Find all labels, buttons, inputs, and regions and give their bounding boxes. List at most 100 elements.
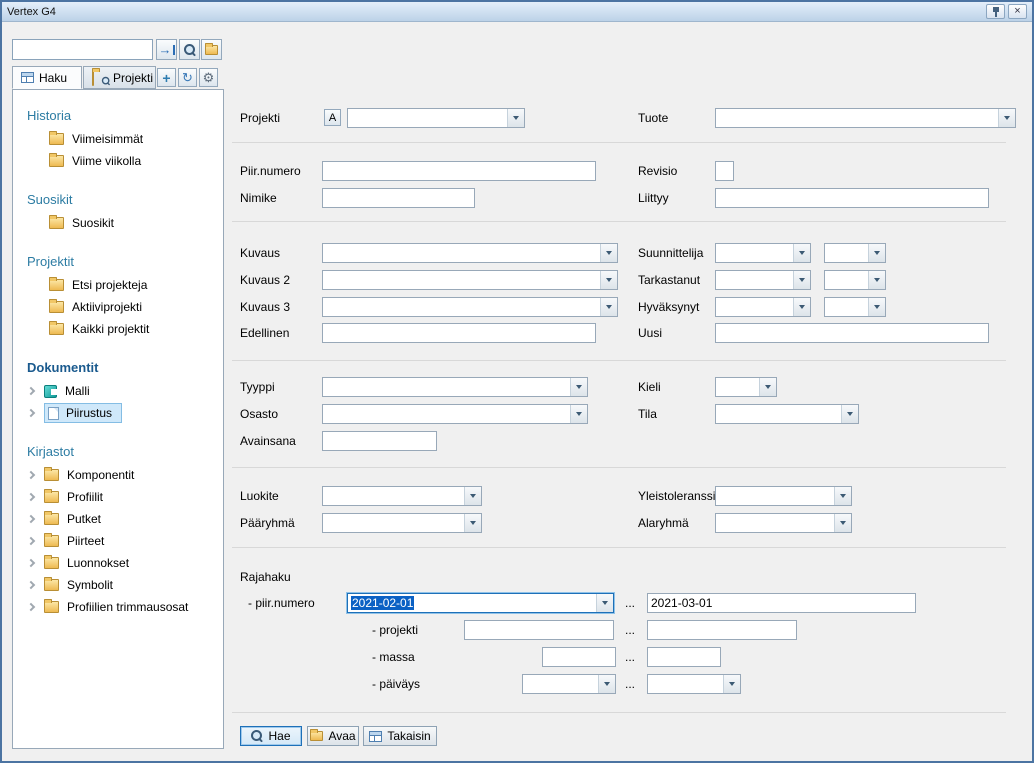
sidebar-item-aktiiviprojekti[interactable]: Aktiiviprojekti bbox=[13, 296, 223, 318]
projekti-combo[interactable] bbox=[347, 108, 525, 128]
settings-button[interactable]: ⚙ bbox=[199, 68, 218, 87]
suunnittelija-label: Suunnittelija bbox=[638, 243, 703, 263]
tab-projekti-label: Projekti bbox=[113, 71, 153, 85]
search-input[interactable] bbox=[12, 39, 153, 60]
folder-icon bbox=[44, 557, 59, 569]
sidebar-item-piirteet[interactable]: Piirteet bbox=[13, 530, 223, 552]
takaisin-button[interactable]: Takaisin bbox=[363, 726, 437, 746]
chevron-down-icon bbox=[598, 675, 615, 693]
suunnittelija-combo[interactable] bbox=[715, 243, 811, 263]
liittyy-input[interactable] bbox=[715, 188, 989, 208]
refresh-icon: ↻ bbox=[182, 71, 193, 84]
hyvaksynyt-code-combo[interactable] bbox=[824, 297, 886, 317]
range-dots: ... bbox=[616, 620, 644, 640]
tyyppi-combo[interactable] bbox=[322, 377, 588, 397]
projekti-label: Projekti bbox=[240, 108, 280, 128]
range-piir-from-combo[interactable]: 2021-02-01 bbox=[347, 593, 614, 613]
osasto-combo[interactable] bbox=[322, 404, 588, 424]
kuvaus2-combo[interactable] bbox=[322, 270, 618, 290]
kuvaus3-combo[interactable] bbox=[322, 297, 618, 317]
open-folder-button[interactable] bbox=[201, 39, 222, 60]
chevron-down-icon bbox=[998, 109, 1015, 127]
tarkastanut-code-combo[interactable] bbox=[824, 270, 886, 290]
tarkastanut-combo[interactable] bbox=[715, 270, 811, 290]
separator bbox=[232, 360, 1006, 361]
separator bbox=[232, 467, 1006, 468]
edellinen-input[interactable] bbox=[322, 323, 596, 343]
range-projekti-to-input[interactable] bbox=[647, 620, 797, 640]
range-piir-numero-label: - piir.numero bbox=[248, 593, 315, 613]
sidebar-item-etsi-projekteja[interactable]: Etsi projekteja bbox=[13, 274, 223, 296]
sidebar-item-kaikki-projektit[interactable]: Kaikki projektit bbox=[13, 318, 223, 340]
range-projekti-from-input[interactable] bbox=[464, 620, 614, 640]
sidebar-item-komponentit[interactable]: Komponentit bbox=[13, 464, 223, 486]
folder-icon bbox=[44, 469, 59, 481]
chevron-down-icon bbox=[759, 378, 776, 396]
range-paivays-to-combo[interactable] bbox=[647, 674, 741, 694]
sidebar-item-malli[interactable]: Malli bbox=[13, 380, 223, 402]
range-paivays-label: - päiväys bbox=[372, 674, 420, 694]
vertex-window: Vertex G4 × → Haku Projekti + ↻ ⚙ Histor… bbox=[0, 0, 1034, 763]
section-title-suosikit: Suosikit bbox=[27, 192, 223, 207]
go-button[interactable]: → bbox=[156, 39, 177, 60]
avaa-button[interactable]: Avaa bbox=[307, 726, 359, 746]
search-icon bbox=[251, 730, 263, 742]
kieli-combo[interactable] bbox=[715, 377, 777, 397]
chevron-right-icon[interactable] bbox=[27, 581, 35, 589]
tab-haku[interactable]: Haku bbox=[12, 66, 82, 89]
revisio-label: Revisio bbox=[638, 161, 677, 181]
yleistoleranssi-combo[interactable] bbox=[715, 486, 852, 506]
chevron-right-icon[interactable] bbox=[27, 387, 35, 395]
chevron-right-icon[interactable] bbox=[27, 603, 35, 611]
range-piir-to-input[interactable] bbox=[647, 593, 916, 613]
hae-button[interactable]: Hae bbox=[240, 726, 302, 746]
sidebar-item-luonnokset[interactable]: Luonnokset bbox=[13, 552, 223, 574]
range-massa-from-input[interactable] bbox=[542, 647, 616, 667]
folder-icon bbox=[310, 731, 323, 741]
range-massa-to-input[interactable] bbox=[647, 647, 721, 667]
window-title: Vertex G4 bbox=[7, 6, 56, 18]
suunnittelija-code-combo[interactable] bbox=[824, 243, 886, 263]
range-paivays-from-combo[interactable] bbox=[522, 674, 616, 694]
tab-projekti[interactable]: Projekti bbox=[83, 66, 156, 89]
sidebar-item-viimeisimmat[interactable]: Viimeisimmät bbox=[13, 128, 223, 150]
chevron-right-icon[interactable] bbox=[27, 409, 35, 417]
separator bbox=[232, 221, 1006, 222]
chevron-right-icon[interactable] bbox=[27, 471, 35, 479]
kuvaus-combo[interactable] bbox=[322, 243, 618, 263]
chevron-down-icon bbox=[841, 405, 858, 423]
pin-button[interactable] bbox=[986, 4, 1005, 19]
sidebar-item-suosikit[interactable]: Suosikit bbox=[13, 212, 223, 234]
close-button[interactable]: × bbox=[1008, 4, 1027, 19]
tila-combo[interactable] bbox=[715, 404, 859, 424]
sidebar-item-profiilit[interactable]: Profiilit bbox=[13, 486, 223, 508]
revisio-input[interactable] bbox=[715, 161, 734, 181]
avainsana-input[interactable] bbox=[322, 431, 437, 451]
uusi-input[interactable] bbox=[715, 323, 989, 343]
paaryhma-combo[interactable] bbox=[322, 513, 482, 533]
sidebar-item-viime-viikolla[interactable]: Viime viikolla bbox=[13, 150, 223, 172]
sidebar-item-piirustus[interactable]: Piirustus bbox=[13, 402, 223, 424]
range-dots: ... bbox=[616, 647, 644, 667]
chevron-right-icon[interactable] bbox=[27, 559, 35, 567]
chevron-right-icon[interactable] bbox=[27, 493, 35, 501]
projekti-a-button[interactable]: A bbox=[324, 109, 341, 126]
chevron-right-icon[interactable] bbox=[27, 515, 35, 523]
piir-numero-input[interactable] bbox=[322, 161, 596, 181]
sidebar-item-profiilien-trimmausosat[interactable]: Profiilien trimmausosat bbox=[13, 596, 223, 618]
add-tab-button[interactable]: + bbox=[157, 68, 176, 87]
refresh-button[interactable]: ↻ bbox=[178, 68, 197, 87]
sidebar-item-symbolit[interactable]: Symbolit bbox=[13, 574, 223, 596]
sidebar-item-putket[interactable]: Putket bbox=[13, 508, 223, 530]
chevron-right-icon[interactable] bbox=[27, 537, 35, 545]
luokite-combo[interactable] bbox=[322, 486, 482, 506]
tuote-combo[interactable] bbox=[715, 108, 1016, 128]
search-button[interactable] bbox=[179, 39, 200, 60]
nimike-input[interactable] bbox=[322, 188, 475, 208]
tila-label: Tila bbox=[638, 404, 657, 424]
chevron-down-icon bbox=[464, 487, 481, 505]
hyvaksynyt-combo[interactable] bbox=[715, 297, 811, 317]
alaryhma-combo[interactable] bbox=[715, 513, 852, 533]
section-title-historia: Historia bbox=[27, 108, 223, 123]
separator bbox=[232, 142, 1006, 143]
